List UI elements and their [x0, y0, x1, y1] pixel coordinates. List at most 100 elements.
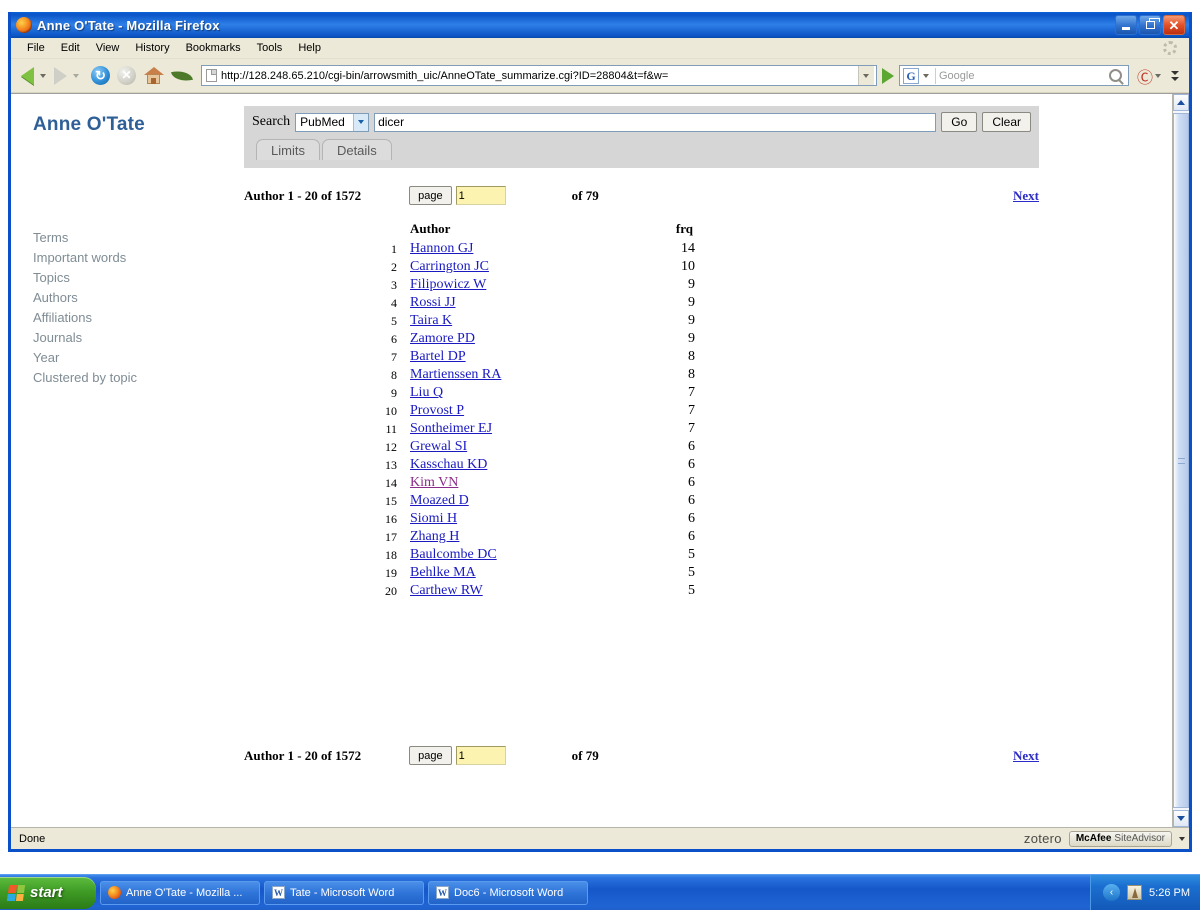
- author-link[interactable]: Kim VN: [410, 475, 458, 490]
- frequency-cell: 9: [688, 295, 695, 310]
- close-button[interactable]: ✕: [1163, 15, 1185, 35]
- vertical-scrollbar[interactable]: [1172, 94, 1189, 827]
- author-link[interactable]: Taira K: [410, 313, 452, 328]
- back-dropdown-icon[interactable]: [40, 73, 46, 78]
- author-cell: Zhang H: [410, 528, 655, 546]
- adblock-dropdown-icon[interactable]: [1155, 73, 1161, 78]
- chevron-down-icon[interactable]: [1179, 836, 1185, 841]
- reload-icon[interactable]: ↻: [91, 66, 110, 85]
- sidebar-item-affiliations[interactable]: Affiliations: [33, 308, 137, 328]
- toolbar-overflow-icon[interactable]: [1171, 70, 1179, 81]
- taskbar-item-word-doc6[interactable]: W Doc6 - Microsoft Word: [428, 880, 588, 905]
- author-link[interactable]: Grewal SI: [410, 439, 467, 454]
- scroll-down-button[interactable]: [1173, 810, 1189, 827]
- page-button-bottom[interactable]: page: [409, 746, 452, 765]
- scrollbar-thumb[interactable]: [1173, 113, 1189, 808]
- tray-app-icon[interactable]: [1127, 885, 1143, 900]
- minimize-button[interactable]: [1115, 15, 1137, 35]
- forward-button[interactable]: [52, 66, 67, 85]
- tray-expand-icon[interactable]: ‹: [1103, 884, 1121, 901]
- forward-dropdown-icon[interactable]: [73, 73, 79, 78]
- author-link[interactable]: Baulcombe DC: [410, 547, 497, 562]
- tab-limits[interactable]: Limits: [256, 139, 320, 160]
- zotero-button[interactable]: zotero: [1024, 831, 1062, 846]
- browser-search-input[interactable]: Google: [939, 70, 1109, 82]
- menu-item-edit[interactable]: Edit: [53, 40, 88, 56]
- taskbar-item-word-tate[interactable]: W Tate - Microsoft Word: [264, 880, 424, 905]
- frequency-cell: 8: [688, 349, 695, 364]
- mcafee-siteadvisor-button[interactable]: McAfee SiteAdvisor: [1068, 830, 1172, 847]
- url-dropdown-icon[interactable]: [857, 66, 874, 85]
- database-select[interactable]: PubMed: [295, 112, 370, 132]
- menu-item-tools[interactable]: Tools: [249, 40, 291, 56]
- search-icon[interactable]: [1108, 69, 1122, 82]
- sidebar-item-topics[interactable]: Topics: [33, 268, 137, 288]
- menu-item-view[interactable]: View: [88, 40, 128, 56]
- author-link[interactable]: Rossi JJ: [410, 295, 456, 310]
- author-link[interactable]: Behlke MA: [410, 565, 476, 580]
- menu-item-file[interactable]: File: [19, 40, 53, 56]
- frequency-cell: 5: [688, 547, 695, 562]
- sidebar-item-clustered-by-topic[interactable]: Clustered by topic: [33, 368, 137, 388]
- address-bar[interactable]: http://128.248.65.210/cgi-bin/arrowsmith…: [201, 65, 877, 86]
- author-link[interactable]: Siomi H: [410, 511, 457, 526]
- next-link-bottom[interactable]: Next: [1013, 748, 1039, 764]
- row-index: 16: [385, 511, 397, 526]
- scroll-up-button[interactable]: [1173, 94, 1189, 111]
- sidebar-item-year[interactable]: Year: [33, 348, 137, 368]
- author-link[interactable]: Martienssen RA: [410, 367, 501, 382]
- browser-search-box[interactable]: G Google: [898, 65, 1129, 86]
- row-index: 3: [391, 277, 397, 292]
- adblock-icon[interactable]: Ⓒ: [1137, 64, 1153, 88]
- sidebar-item-important-words[interactable]: Important words: [33, 248, 137, 268]
- author-link[interactable]: Provost P: [410, 403, 464, 418]
- author-link[interactable]: Liu Q: [410, 385, 443, 400]
- sidebar-item-authors[interactable]: Authors: [33, 288, 137, 308]
- sidebar-item-journals[interactable]: Journals: [33, 328, 137, 348]
- table-row: 1 Hannon GJ 14: [366, 240, 695, 258]
- author-link[interactable]: Sontheimer EJ: [410, 421, 492, 436]
- search-engine-dropdown-icon[interactable]: [920, 73, 932, 78]
- author-cell: Grewal SI: [410, 438, 655, 456]
- scrollbar-track[interactable]: [1173, 111, 1189, 810]
- author-link[interactable]: Hannon GJ: [410, 241, 473, 256]
- page-number-input-top[interactable]: 1: [455, 186, 506, 205]
- row-index: 14: [385, 475, 397, 490]
- restore-button[interactable]: [1139, 15, 1161, 35]
- author-link[interactable]: Kasschau KD: [410, 457, 487, 472]
- frequency-cell: 6: [688, 457, 695, 472]
- menu-item-history[interactable]: History: [127, 40, 177, 56]
- divider: [934, 67, 936, 84]
- go-button[interactable]: [881, 67, 894, 84]
- chevron-down-icon[interactable]: [353, 113, 369, 131]
- search-tabs: Limits Details: [252, 139, 1031, 160]
- author-link[interactable]: Filipowicz W: [410, 277, 486, 292]
- author-link[interactable]: Carthew RW: [410, 583, 483, 598]
- home-icon[interactable]: [144, 66, 164, 85]
- clear-search-button[interactable]: Clear: [982, 112, 1031, 132]
- menu-item-help[interactable]: Help: [290, 40, 329, 56]
- author-cell: Liu Q: [410, 384, 655, 402]
- window-controls: ✕: [1115, 15, 1187, 35]
- sidebar-item-terms[interactable]: Terms: [33, 228, 137, 248]
- author-link[interactable]: Carrington JC: [410, 259, 489, 274]
- back-button[interactable]: [15, 66, 34, 85]
- tab-details[interactable]: Details: [321, 139, 392, 160]
- authors-table: Author frq 1 Hannon GJ 14 2 Carrington JC 10 3…: [366, 221, 695, 600]
- author-cell: Baulcombe DC: [410, 546, 655, 564]
- go-search-button[interactable]: Go: [941, 112, 978, 132]
- page-number-input-bottom[interactable]: 1: [455, 746, 506, 765]
- author-link[interactable]: Bartel DP: [410, 349, 466, 364]
- taskbar-item-firefox[interactable]: Anne O'Tate - Mozilla ...: [100, 880, 260, 905]
- page-button-top[interactable]: page: [409, 186, 452, 205]
- start-button[interactable]: start: [0, 876, 96, 909]
- author-link[interactable]: Moazed D: [410, 493, 469, 508]
- window-titlebar: Anne O'Tate - Mozilla Firefox ✕: [11, 12, 1189, 38]
- leaf-icon[interactable]: [170, 67, 194, 84]
- stop-icon[interactable]: ✕: [117, 66, 136, 85]
- menu-item-bookmarks[interactable]: Bookmarks: [178, 40, 249, 56]
- search-input[interactable]: dicer: [374, 112, 937, 132]
- author-link[interactable]: Zhang H: [410, 529, 459, 544]
- author-link[interactable]: Zamore PD: [410, 331, 475, 346]
- next-link-top[interactable]: Next: [1013, 188, 1039, 204]
